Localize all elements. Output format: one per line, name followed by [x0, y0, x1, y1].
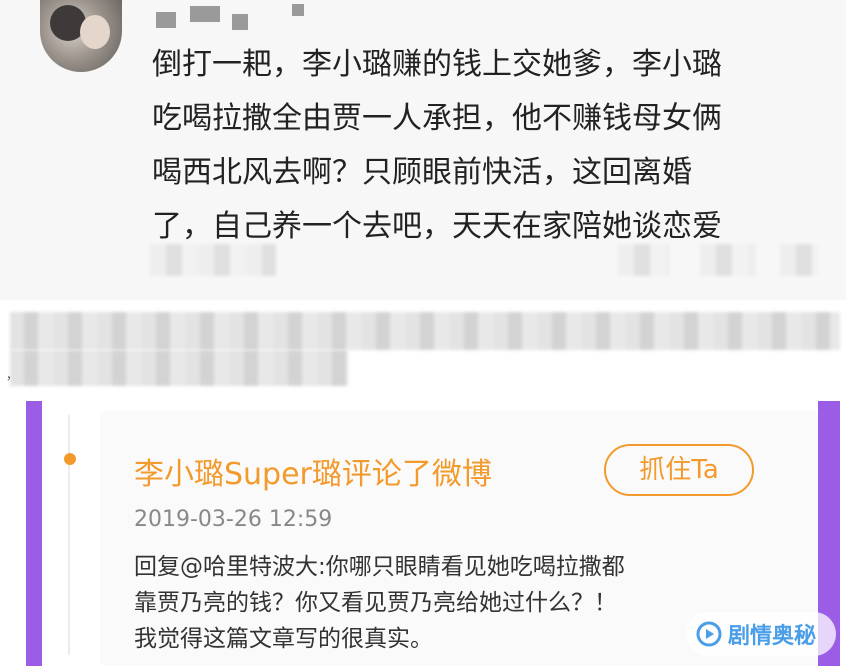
blurred-username	[190, 6, 220, 22]
left-purple-stripe	[26, 401, 42, 666]
blurred-username	[232, 14, 248, 30]
timeline-dot	[64, 453, 76, 465]
separator-mark: ，	[6, 368, 19, 382]
reply-timestamp: 2019-03-26 12:59	[134, 507, 333, 532]
blurred-text	[10, 350, 348, 386]
reply-title[interactable]: 李小璐Super璐评论了微博	[134, 449, 492, 493]
watermark-text: 剧情奥秘	[728, 624, 817, 649]
comment-card: 倒打一耙，李小璐赚的钱上交她爹，李小璐 吃喝拉撒全由贾一人承担，他不赚钱母女俩 …	[0, 0, 846, 300]
comment-text: 倒打一耙，李小璐赚的钱上交她爹，李小璐 吃喝拉撒全由贾一人承担，他不赚钱母女俩 …	[152, 38, 812, 254]
play-swirl-icon	[696, 621, 722, 647]
blurred-text	[618, 244, 670, 276]
blurred-text	[150, 244, 276, 276]
avatar-face	[80, 15, 110, 49]
blurred-text	[10, 312, 840, 350]
comment-line: 喝西北风去啊？只顾眼前快活，这回离婚	[152, 155, 692, 190]
blurred-text	[700, 244, 756, 276]
blurred-username	[156, 12, 176, 28]
blurred-text	[780, 244, 818, 276]
blurred-username	[292, 4, 304, 16]
comment-line: 倒打一耙，李小璐赚的钱上交她爹，李小璐	[152, 47, 722, 82]
follow-button[interactable]: 抓住Ta	[604, 444, 754, 496]
timeline-line	[68, 415, 70, 655]
reply-line: 回复@哈里特波大:你哪只眼睛看见她吃喝拉撒都	[134, 554, 625, 580]
comment-line: 吃喝拉撒全由贾一人承担，他不赚钱母女俩	[152, 101, 722, 136]
reply-line: 靠贾乃亮的钱？你又看见贾乃亮给她过什么？！	[134, 590, 617, 616]
avatar[interactable]	[40, 0, 122, 72]
watermark: 剧情奥秘	[686, 612, 836, 656]
